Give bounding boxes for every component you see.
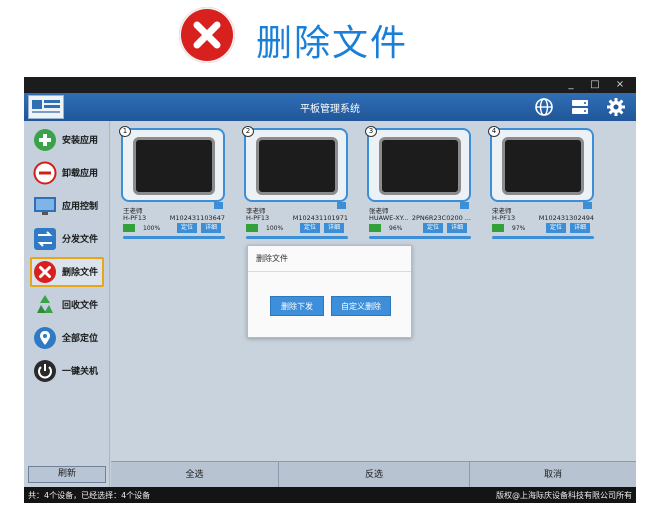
sidebar-item-label: 一键关机 [62, 367, 99, 377]
refresh-button[interactable]: 刷新 [28, 466, 106, 483]
sidebar-item-label: 回收文件 [62, 301, 99, 311]
device-card[interactable]: 2 李老师 H-PF13 M102431101971 100% 定位 详细 [240, 125, 354, 243]
flag-icon [214, 202, 223, 209]
battery-icon [123, 224, 135, 232]
sidebar-item-label: 分发文件 [62, 235, 99, 245]
tablet-screen [379, 137, 461, 195]
sidebar: 安装应用 卸载应用 应用控制 分发文件 删除文件 回收文件 全部定位 一键关机 … [24, 121, 110, 487]
device-number: 2 [242, 126, 254, 137]
copyright: 版权@上海际庆设备科技有限公司所有 [496, 491, 632, 500]
sidebar-item-shutdown[interactable]: 一键关机 [30, 356, 104, 386]
gear-icon[interactable] [606, 97, 626, 117]
device-serial: 2PN6R23C0200 ... [411, 214, 471, 222]
battery-icon [492, 224, 504, 232]
action-bar: 全选 反选 取消 [111, 461, 636, 488]
selection-bar [123, 236, 225, 239]
device-card[interactable]: 4 宋老师 H-PF13 M102431302494 97% 定位 详细 [486, 125, 600, 243]
red-x-circle-icon [179, 7, 235, 63]
delete-file-dialog: 删除文件 删除下发 自定义删除 [247, 245, 412, 338]
tablet-frame [121, 128, 225, 202]
selection-status: 共：4个设备，已经选择：4个设备 [28, 491, 151, 500]
power-icon [33, 359, 57, 383]
locate-button[interactable]: 定位 [423, 223, 443, 233]
sidebar-item-uninstall-app[interactable]: 卸载应用 [30, 158, 104, 188]
battery-level: 100% [266, 225, 284, 232]
sidebar-item-label: 安装应用 [62, 136, 99, 146]
battery-level: 96% [389, 225, 403, 232]
sidebar-item-label: 全部定位 [62, 334, 99, 344]
delete-x-icon [33, 260, 57, 284]
cancel-button[interactable]: 取消 [470, 462, 636, 488]
distribute-arrows-icon [33, 227, 57, 251]
battery-icon [246, 224, 258, 232]
sidebar-item-label: 应用控制 [62, 202, 99, 212]
app-header: 平板管理系统 [24, 93, 636, 121]
tablet-frame [490, 128, 594, 202]
device-model: H-PF13 [123, 214, 147, 222]
device-number: 1 [119, 126, 131, 137]
dialog-title: 删除文件 [256, 254, 288, 263]
device-model: H-PF13 [492, 214, 516, 222]
sidebar-item-install-app[interactable]: 安装应用 [30, 125, 104, 155]
window-titlebar: _ □ × [24, 77, 636, 93]
tablet-screen [502, 137, 584, 195]
globe-icon[interactable] [534, 97, 554, 117]
recycle-icon [33, 293, 57, 317]
select-all-button[interactable]: 全选 [111, 462, 279, 488]
detail-button[interactable]: 详细 [570, 223, 590, 233]
device-model: HUAWE-XY... [369, 214, 409, 222]
sidebar-item-recycle-file[interactable]: 回收文件 [30, 290, 104, 320]
device-number: 3 [365, 126, 377, 137]
minimize-button[interactable]: _ [564, 78, 578, 92]
device-serial: M102431101971 [292, 214, 348, 222]
sidebar-item-distribute-file[interactable]: 分发文件 [30, 224, 104, 254]
close-button[interactable]: × [613, 78, 627, 92]
flag-icon [583, 202, 592, 209]
maximize-button[interactable]: □ [588, 78, 602, 92]
battery-icon [369, 224, 381, 232]
device-number: 4 [488, 126, 500, 137]
sidebar-item-label: 删除文件 [62, 268, 99, 278]
tablet-frame [367, 128, 471, 202]
invert-selection-button[interactable]: 反选 [279, 462, 470, 488]
device-serial: M102431302494 [538, 214, 594, 222]
flag-icon [337, 202, 346, 209]
device-card[interactable]: 3 张老师 HUAWE-XY... 2PN6R23C0200 ... 96% 定… [363, 125, 477, 243]
location-pin-icon [33, 326, 57, 350]
status-bar: 共：4个设备，已经选择：4个设备 版权@上海际庆设备科技有限公司所有 [24, 487, 636, 503]
uninstall-minus-icon [33, 161, 57, 185]
caption-title: 删除文件 [256, 23, 409, 64]
locate-button[interactable]: 定位 [300, 223, 320, 233]
tablet-screen [256, 137, 338, 195]
device-card[interactable]: 1 王老师 H-PF13 M102431103647 100% 定位 详细 [117, 125, 231, 243]
flag-icon [460, 202, 469, 209]
custom-delete-button[interactable]: 自定义删除 [331, 296, 391, 316]
sidebar-item-delete-file[interactable]: 删除文件 [30, 257, 104, 287]
tablet-screen [133, 137, 215, 195]
sidebar-item-app-control[interactable]: 应用控制 [30, 191, 104, 221]
locate-button[interactable]: 定位 [177, 223, 197, 233]
selection-bar [246, 236, 348, 239]
device-serial: M102431103647 [169, 214, 225, 222]
locate-button[interactable]: 定位 [546, 223, 566, 233]
dialog-divider [248, 271, 411, 272]
install-plus-icon [33, 128, 57, 152]
detail-button[interactable]: 详细 [201, 223, 221, 233]
selection-bar [369, 236, 471, 239]
page-caption: 删除文件 [0, 0, 660, 76]
sidebar-item-label: 卸载应用 [62, 169, 99, 179]
selection-bar [492, 236, 594, 239]
device-model: H-PF13 [246, 214, 270, 222]
app-control-monitor-icon [33, 194, 57, 218]
battery-level: 97% [512, 225, 526, 232]
delete-send-button[interactable]: 删除下发 [270, 296, 324, 316]
detail-button[interactable]: 详细 [447, 223, 467, 233]
server-icon[interactable] [570, 97, 590, 117]
battery-level: 100% [143, 225, 161, 232]
tablet-frame [244, 128, 348, 202]
sidebar-item-locate-all[interactable]: 全部定位 [30, 323, 104, 353]
detail-button[interactable]: 详细 [324, 223, 344, 233]
